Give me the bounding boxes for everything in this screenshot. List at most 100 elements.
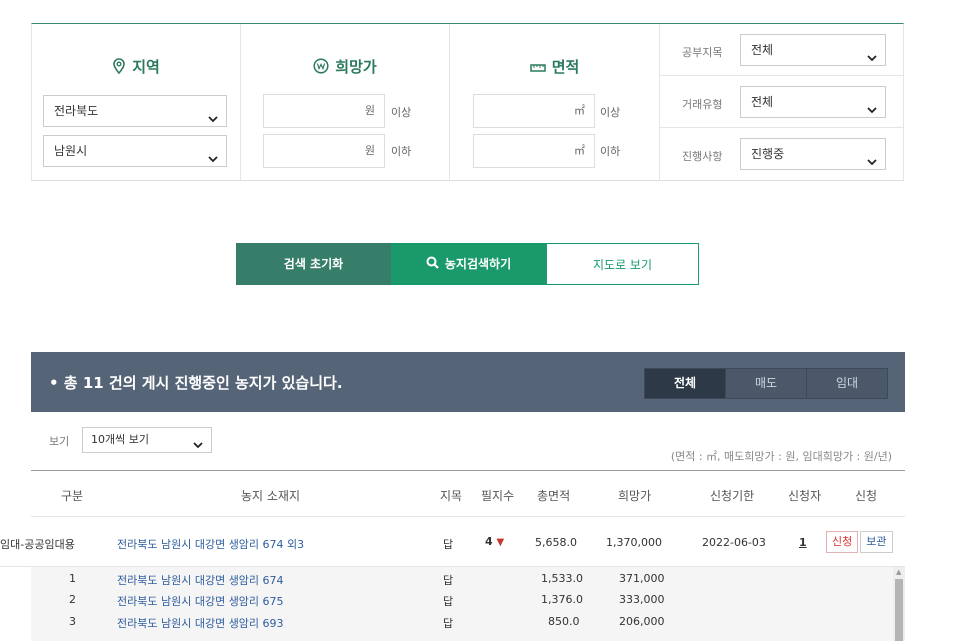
col-apply: 신청	[855, 489, 878, 503]
col-area: 총면적	[537, 489, 571, 503]
reset-search-button[interactable]: 검색 초기화	[236, 243, 391, 285]
sub-price: 333,000	[619, 593, 665, 606]
area-title-text: 면적	[551, 58, 580, 76]
ruler-icon	[529, 59, 546, 77]
trade-type-select[interactable]: 전체	[740, 86, 886, 118]
sublist-scrollbar[interactable]: ▲	[893, 567, 905, 641]
land-category-select[interactable]: 전체	[740, 34, 886, 66]
row-applicants-link[interactable]: 1	[799, 536, 807, 549]
row-area: 5,658.0	[535, 536, 577, 549]
list-item: 2 전라북도 남원시 대강면 생암리 675 답 1,376.0 333,000	[31, 593, 891, 614]
city-value: 남원시	[54, 144, 88, 158]
col-parcels: 필지수	[481, 489, 515, 503]
sub-price: 371,000	[619, 572, 665, 585]
area-title: 면적	[450, 56, 659, 77]
chevron-down-icon	[208, 105, 218, 123]
sub-no: 3	[69, 615, 76, 628]
price-min-unit: 원	[364, 104, 375, 117]
tab-lease[interactable]: 임대	[807, 369, 887, 398]
region-column: 지역 전라북도 남원시	[32, 24, 241, 181]
col-category: 지목	[440, 489, 463, 503]
progress-select[interactable]: 진행중	[740, 138, 886, 170]
results-summary: • 총 11 건의 게시 진행중인 농지가 있습니다.	[49, 374, 343, 392]
results-bar: • 총 11 건의 게시 진행중인 농지가 있습니다. 전체 매도 임대	[31, 352, 905, 412]
search-icon	[426, 244, 439, 286]
row-type: 임대-공공임대용	[0, 538, 75, 551]
sub-no: 2	[69, 593, 76, 606]
sub-location-link[interactable]: 전라북도 남원시 대강면 생암리 674	[117, 572, 284, 588]
sub-category: 답	[443, 617, 454, 630]
price-title: 희망가	[241, 56, 449, 78]
row-category: 답	[443, 538, 454, 551]
chevron-down-icon	[867, 148, 877, 166]
table-row: 임대-공공임대용 전라북도 남원시 대강면 생암리 674 외3 답 4 ▼ 5…	[0, 517, 905, 567]
list-item: 3 전라북도 남원시 대강면 생암리 693 답 850.0 206,000	[31, 615, 891, 636]
region-title: 지역	[32, 56, 240, 78]
table-header: 구분 농지 소재지 지목 필지수 총면적 희망가 신청기한 신청자 신청	[31, 470, 905, 517]
row-actions: 신청 보관	[826, 531, 893, 553]
filter-progress: 진행사항 진행중	[660, 128, 904, 180]
area-min-unit: ㎡	[574, 104, 585, 117]
area-max-suffix: 이하	[600, 145, 621, 158]
map-view-button[interactable]: 지도로 보기	[546, 243, 699, 285]
search-panel: 지역 전라북도 남원시 희망가 원 이상 원 이하 면적 ㎡ 이상 ㎡ 이하 공…	[31, 23, 904, 181]
col-price: 희망가	[618, 489, 652, 503]
area-min-suffix: 이상	[600, 106, 621, 119]
apply-button[interactable]: 신청	[826, 531, 859, 553]
area-column: 면적 ㎡ 이상 ㎡ 이하	[450, 24, 660, 181]
price-max-input[interactable]: 원	[263, 134, 385, 168]
area-min-input[interactable]: ㎡	[473, 94, 595, 128]
row-deadline: 2022-06-03	[702, 536, 766, 549]
scrollbar-thumb[interactable]	[895, 579, 903, 641]
row-parcels-value: 4	[485, 535, 493, 548]
won-coin-icon	[313, 57, 329, 78]
row-parcels[interactable]: 4 ▼	[485, 535, 504, 548]
view-label: 보기	[49, 435, 70, 448]
unit-note: (면적 : ㎡, 매도희망가 : 원, 임대희망가 : 원/년)	[670, 450, 892, 463]
area-max-input[interactable]: ㎡	[473, 134, 595, 168]
save-button[interactable]: 보관	[860, 531, 893, 553]
price-max-unit: 원	[364, 144, 375, 157]
price-max-suffix: 이하	[391, 145, 412, 158]
tab-all[interactable]: 전체	[645, 369, 726, 398]
row-price: 1,370,000	[606, 536, 662, 549]
province-select[interactable]: 전라북도	[43, 95, 227, 127]
sub-location-link[interactable]: 전라북도 남원시 대강면 생암리 693	[117, 615, 284, 631]
price-min-input[interactable]: 원	[263, 94, 385, 128]
col-deadline: 신청기한	[710, 489, 755, 503]
tab-sale[interactable]: 매도	[726, 369, 807, 398]
filters-column: 공부지목 전체 거래유형 전체 진행사항 진행중	[660, 24, 904, 181]
col-applicants: 신청자	[788, 489, 822, 503]
search-button-label: 농지검색하기	[444, 257, 512, 271]
list-item: 1 전라북도 남원시 대강면 생암리 674 답 1,533.0 371,000	[31, 572, 891, 593]
sub-location-link[interactable]: 전라북도 남원시 대강면 생암리 675	[117, 593, 284, 609]
search-farmland-button[interactable]: 농지검색하기	[391, 243, 546, 285]
chevron-down-icon	[867, 96, 877, 114]
sub-area: 1,533.0	[541, 572, 583, 585]
sub-category: 답	[443, 574, 454, 587]
sub-area: 1,376.0	[541, 593, 583, 606]
page-size-select[interactable]: 10개씩 보기	[82, 427, 212, 453]
sub-price: 206,000	[619, 615, 665, 628]
progress-value: 진행중	[751, 147, 785, 161]
land-category-value: 전체	[751, 43, 774, 57]
chevron-down-icon	[208, 145, 218, 163]
parcel-sublist: 1 전라북도 남원시 대강면 생암리 674 답 1,533.0 371,000…	[31, 567, 905, 641]
filter-land-category: 공부지목 전체	[660, 24, 904, 76]
triangle-down-icon: ▼	[496, 537, 505, 548]
page-size-value: 10개씩 보기	[91, 433, 149, 446]
row-location-link[interactable]: 전라북도 남원시 대강면 생암리 674 외3	[117, 536, 304, 552]
location-pin-icon	[112, 57, 126, 78]
area-max-unit: ㎡	[574, 144, 585, 157]
chevron-down-icon	[867, 44, 877, 62]
sub-area: 850.0	[548, 615, 580, 628]
city-select[interactable]: 남원시	[43, 135, 227, 167]
region-title-text: 지역	[132, 58, 160, 76]
scroll-up-icon[interactable]: ▲	[896, 568, 901, 576]
price-title-text: 희망가	[335, 58, 377, 76]
price-column: 희망가 원 이상 원 이하	[241, 24, 450, 181]
col-location: 농지 소재지	[241, 489, 301, 503]
filter-label: 진행사항	[682, 150, 723, 163]
trade-tabs: 전체 매도 임대	[644, 368, 888, 399]
chevron-down-icon	[193, 435, 203, 449]
